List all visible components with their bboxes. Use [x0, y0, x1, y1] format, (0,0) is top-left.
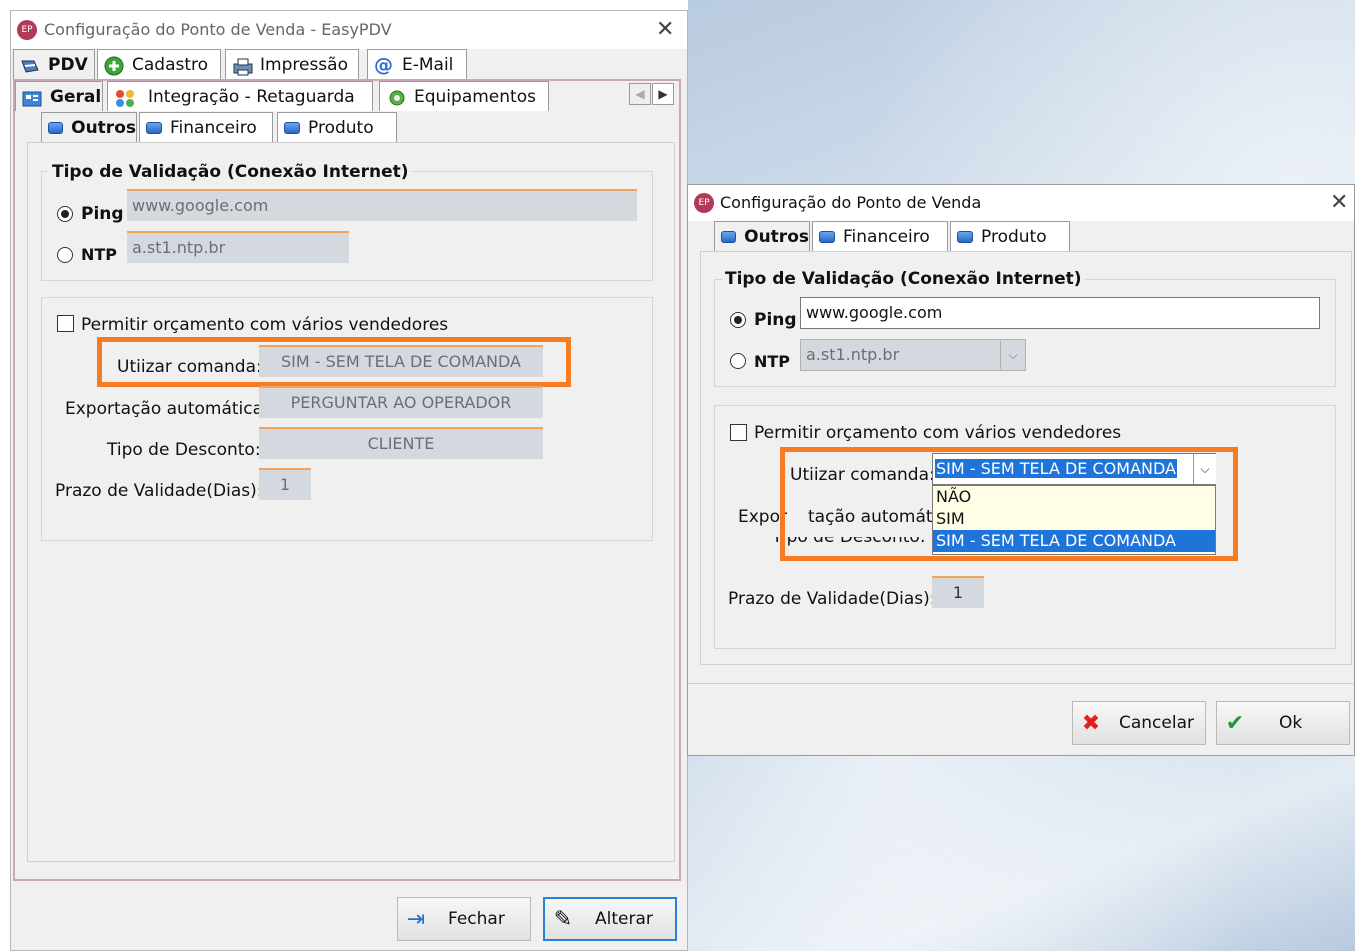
cancel-button[interactable]: ✖ Cancelar [1072, 701, 1206, 745]
ntp-label: NTP [754, 352, 791, 371]
tab-label: Outros [71, 117, 136, 138]
pencil-icon: ✎ [553, 906, 573, 932]
discount-field[interactable]: CLIENTE [259, 427, 543, 459]
tab-label: Impressão [260, 54, 348, 75]
pdv-icon [20, 56, 40, 74]
tab-label: PDV [48, 54, 88, 75]
chevron-down-icon[interactable]: ⌵ [1000, 341, 1025, 369]
validity-field[interactable]: 1 [259, 468, 311, 500]
tab-label: Integração - Retaguarda [148, 86, 355, 107]
validity-label: Prazo de Validade(Dias): [55, 481, 263, 501]
ping-host-field[interactable]: www.google.com [127, 189, 637, 221]
highlight-frame-back [97, 337, 571, 387]
discount-label: Tipo de Desconto: [107, 440, 261, 460]
app-logo-icon: EP [17, 20, 37, 40]
exit-door-icon: ⇥ [406, 906, 426, 932]
validity-field[interactable]: 1 [932, 576, 984, 608]
gear-icon [386, 88, 406, 106]
tab-outros[interactable]: Outros [41, 112, 137, 142]
printer-icon [232, 56, 253, 75]
button-bar-divider [688, 683, 1354, 684]
geral-icon [22, 88, 42, 106]
tab-financeiro[interactable]: Financeiro [812, 221, 948, 251]
tab-outros[interactable]: Outros [714, 221, 810, 251]
green-check-icon: ✔ [1225, 710, 1245, 736]
ping-label: Ping [754, 310, 797, 330]
outros-icon [721, 230, 737, 243]
tab-label: Produto [981, 226, 1047, 247]
cancel-button-label: Cancelar [1119, 713, 1194, 733]
ntp-radio[interactable] [57, 247, 73, 263]
produto-icon [957, 230, 973, 243]
tab-email[interactable]: @ E-Mail [367, 49, 467, 79]
tab-label: E-Mail [402, 54, 454, 75]
tab-impressao[interactable]: Impressão [225, 49, 359, 79]
produto-icon [284, 121, 300, 134]
multi-seller-label: Permitir orçamento com vários vendedores [754, 423, 1122, 443]
ok-button[interactable]: ✔ Ok [1216, 701, 1350, 745]
multi-seller-checkbox[interactable] [730, 424, 747, 441]
tab-label: Geral [50, 86, 102, 107]
highlight-frame-front [780, 447, 1238, 561]
tab-label: Outros [744, 226, 809, 247]
window-title: Configuração do Ponto de Venda [720, 193, 982, 212]
back-titlebar: EP Configuração do Ponto de Venda - Easy… [11, 11, 687, 49]
tab-scroll-right-icon[interactable]: ▶ [652, 83, 674, 105]
tab-produto[interactable]: Produto [277, 112, 397, 142]
edit-button[interactable]: ✎ Alterar [543, 897, 677, 941]
ping-radio[interactable] [57, 206, 73, 222]
ntp-host-select[interactable]: a.st1.ntp.br [800, 339, 1026, 371]
tab-integracao[interactable]: Integração - Retaguarda [107, 81, 373, 111]
ntp-host-value: a.st1.ntp.br [806, 345, 900, 364]
window-title: Configuração do Ponto de Venda - EasyPDV [44, 20, 392, 39]
ok-button-label: Ok [1279, 713, 1303, 733]
validation-group-title: Tipo de Validação (Conexão Internet) [49, 162, 412, 182]
tab-geral[interactable]: Geral [15, 81, 103, 111]
close-icon[interactable]: ✕ [1330, 192, 1348, 214]
plus-icon [104, 56, 124, 75]
tab-produto[interactable]: Produto [950, 221, 1070, 251]
tab-cadastro[interactable]: Cadastro [97, 49, 221, 79]
outros-icon [48, 121, 64, 134]
tab-label: Cadastro [132, 54, 209, 75]
financeiro-icon [819, 230, 835, 243]
ntp-label: NTP [81, 245, 118, 264]
export-label: Exportação automática: [65, 399, 269, 419]
ntp-host-field[interactable]: a.st1.ntp.br [127, 231, 349, 263]
close-button-label: Fechar [448, 909, 505, 929]
financeiro-icon [146, 121, 162, 134]
close-icon[interactable]: ✕ [656, 19, 674, 41]
tab-label: Financeiro [843, 226, 930, 247]
tab-pdv[interactable]: PDV [13, 49, 95, 79]
ping-radio[interactable] [730, 312, 746, 328]
tab-label: Equipamentos [414, 86, 536, 107]
multi-seller-label: Permitir orçamento com vários vendedores [81, 315, 449, 335]
front-titlebar: EP Configuração do Ponto de Venda ✕ [688, 185, 1354, 221]
export-field[interactable]: PERGUNTAR AO OPERADOR [259, 386, 543, 418]
close-button[interactable]: ⇥ Fechar [397, 897, 531, 941]
integration-icon [114, 88, 134, 107]
tab-label: Financeiro [170, 117, 257, 138]
app-logo-icon: EP [694, 193, 714, 213]
front-window: EP Configuração do Ponto de Venda ✕ Outr… [687, 184, 1355, 756]
ntp-radio[interactable] [730, 353, 746, 369]
back-window: EP Configuração do Ponto de Venda - Easy… [10, 10, 688, 951]
tab-equipamentos[interactable]: Equipamentos [379, 81, 549, 111]
ping-label: Ping [81, 204, 124, 224]
validity-label: Prazo de Validade(Dias): [728, 589, 936, 609]
validation-group [41, 171, 653, 281]
at-icon: @ [374, 53, 393, 76]
ping-host-field[interactable]: www.google.com [800, 297, 1320, 329]
tab-financeiro[interactable]: Financeiro [139, 112, 273, 142]
edit-button-label: Alterar [595, 909, 653, 929]
validation-group-title: Tipo de Validação (Conexão Internet) [722, 269, 1085, 289]
tab-label: Produto [308, 117, 374, 138]
multi-seller-checkbox[interactable] [57, 315, 74, 332]
tab-scroll-left-icon[interactable]: ◀ [629, 83, 651, 105]
red-x-icon: ✖ [1081, 710, 1101, 736]
